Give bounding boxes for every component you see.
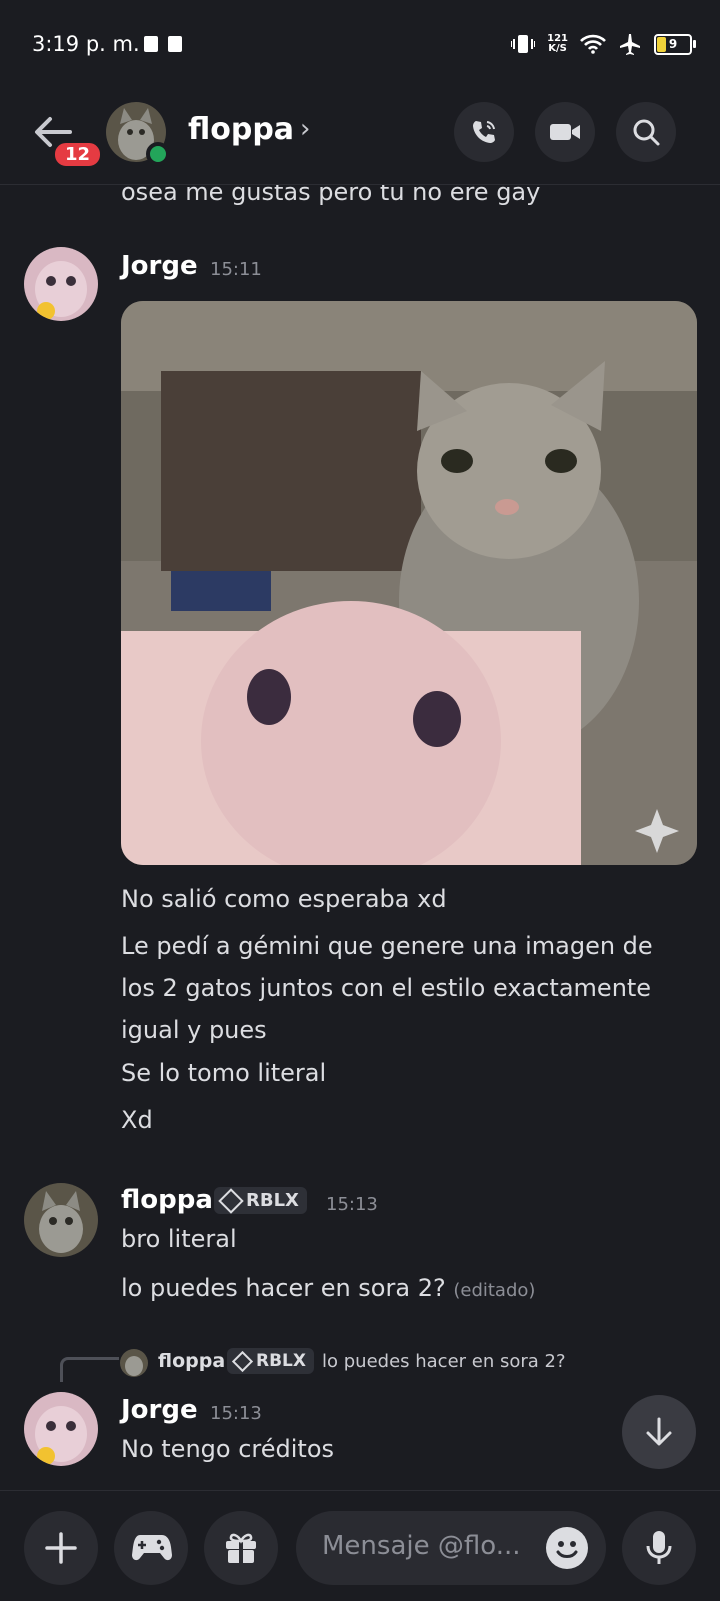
video-camera-icon bbox=[550, 124, 580, 140]
search-button[interactable] bbox=[616, 102, 676, 162]
server-tag[interactable]: RBLX bbox=[214, 1187, 307, 1214]
wifi-icon bbox=[580, 34, 606, 54]
plus-icon bbox=[45, 1532, 77, 1564]
message-timestamp: 15:13 bbox=[210, 1403, 262, 1424]
message-timestamp: 15:11 bbox=[210, 259, 262, 280]
message-text: No salió como esperaba xd bbox=[121, 885, 447, 913]
message-text: bro literal bbox=[121, 1225, 237, 1253]
unread-badge: 12 bbox=[52, 140, 104, 169]
chevron-right-icon[interactable]: › bbox=[300, 114, 310, 144]
cat-photo-image bbox=[121, 301, 697, 865]
message-text: Se lo tomo literal bbox=[121, 1059, 327, 1087]
diamond-icon bbox=[231, 1350, 254, 1372]
diamond-icon bbox=[218, 1187, 244, 1214]
arrow-down-icon bbox=[646, 1417, 672, 1446]
edited-label: (editado) bbox=[453, 1280, 536, 1301]
message-text: los 2 gatos juntos con el estilo exactam… bbox=[121, 974, 652, 1002]
message-author[interactable]: Jorge bbox=[121, 251, 198, 281]
activities-button[interactable] bbox=[114, 1511, 188, 1585]
pink-cat-avatar-image bbox=[24, 1392, 98, 1466]
reply-connector bbox=[60, 1357, 119, 1382]
message-input-placeholder: Mensaje @flo... bbox=[322, 1531, 521, 1561]
airplane-icon bbox=[620, 34, 640, 55]
message-timestamp: 15:13 bbox=[326, 1194, 378, 1215]
message-text: igual y pues bbox=[121, 1016, 267, 1044]
message-text: Le pedí a gémini que genere una imagen d… bbox=[121, 932, 653, 960]
voice-call-button[interactable] bbox=[454, 102, 514, 162]
status-right-icons: 121 K/S 9 bbox=[511, 32, 696, 56]
message-composer: Mensaje @flo... bbox=[0, 1490, 720, 1601]
phone-icon bbox=[473, 121, 495, 143]
cat-avatar-image bbox=[24, 1183, 98, 1257]
net-speed-unit: K/S bbox=[548, 43, 567, 54]
battery-level: 9 bbox=[668, 36, 678, 51]
gift-button[interactable] bbox=[204, 1511, 278, 1585]
add-attachment-button[interactable] bbox=[24, 1511, 98, 1585]
contact-name[interactable]: floppa bbox=[188, 112, 294, 147]
video-call-button[interactable] bbox=[535, 102, 595, 162]
reply-server-tag: RBLX bbox=[227, 1348, 314, 1374]
author-avatar[interactable] bbox=[24, 247, 98, 321]
sd-card-icon bbox=[168, 36, 182, 52]
battery-icon: 9 bbox=[654, 33, 696, 55]
microphone-icon bbox=[646, 1531, 672, 1564]
author-avatar[interactable] bbox=[24, 1183, 98, 1257]
message-text-content: lo puedes hacer en sora 2? bbox=[121, 1274, 446, 1302]
message-text: osea me gustas pero tu no ere gay bbox=[121, 185, 541, 206]
vibrate-icon bbox=[511, 35, 536, 53]
gift-icon bbox=[226, 1533, 256, 1563]
status-bar: 3:19 p. m. 121 K/S 9 bbox=[0, 0, 720, 92]
search-icon bbox=[633, 119, 660, 146]
message-author[interactable]: floppa bbox=[121, 1185, 213, 1215]
pink-cat-avatar-image bbox=[24, 247, 98, 321]
message-text: lo puedes hacer en sora 2? (editado) bbox=[121, 1274, 535, 1302]
server-tag-label: RBLX bbox=[246, 1190, 299, 1211]
attached-image[interactable] bbox=[121, 301, 697, 865]
smiley-icon bbox=[556, 1541, 578, 1558]
notification-icon bbox=[144, 36, 158, 52]
status-left-icons bbox=[144, 36, 182, 52]
message-input[interactable]: Mensaje @flo... bbox=[296, 1511, 606, 1585]
message-author[interactable]: Jorge bbox=[121, 1395, 198, 1425]
online-status-dot bbox=[146, 142, 170, 166]
status-time: 3:19 p. m. bbox=[32, 32, 140, 56]
scroll-to-bottom-button[interactable] bbox=[622, 1395, 696, 1469]
message-text: No tengo créditos bbox=[121, 1435, 334, 1463]
reply-quote[interactable]: lo puedes hacer en sora 2? bbox=[322, 1351, 566, 1372]
server-tag-label: RBLX bbox=[256, 1351, 306, 1371]
message-text: Xd bbox=[121, 1106, 153, 1134]
dm-header: 12 floppa › bbox=[0, 92, 720, 185]
message-list[interactable]: osea me gustas pero tu no ere gay Jorge … bbox=[0, 185, 720, 1490]
cat-avatar-image bbox=[120, 1349, 148, 1377]
net-speed: 121 K/S bbox=[547, 34, 568, 54]
reply-author[interactable]: floppa bbox=[158, 1350, 225, 1372]
author-avatar[interactable] bbox=[24, 1392, 98, 1466]
gamepad-icon bbox=[132, 1535, 172, 1561]
reply-author-avatar bbox=[120, 1349, 148, 1377]
emoji-button[interactable] bbox=[546, 1527, 588, 1569]
voice-message-button[interactable] bbox=[622, 1511, 696, 1585]
